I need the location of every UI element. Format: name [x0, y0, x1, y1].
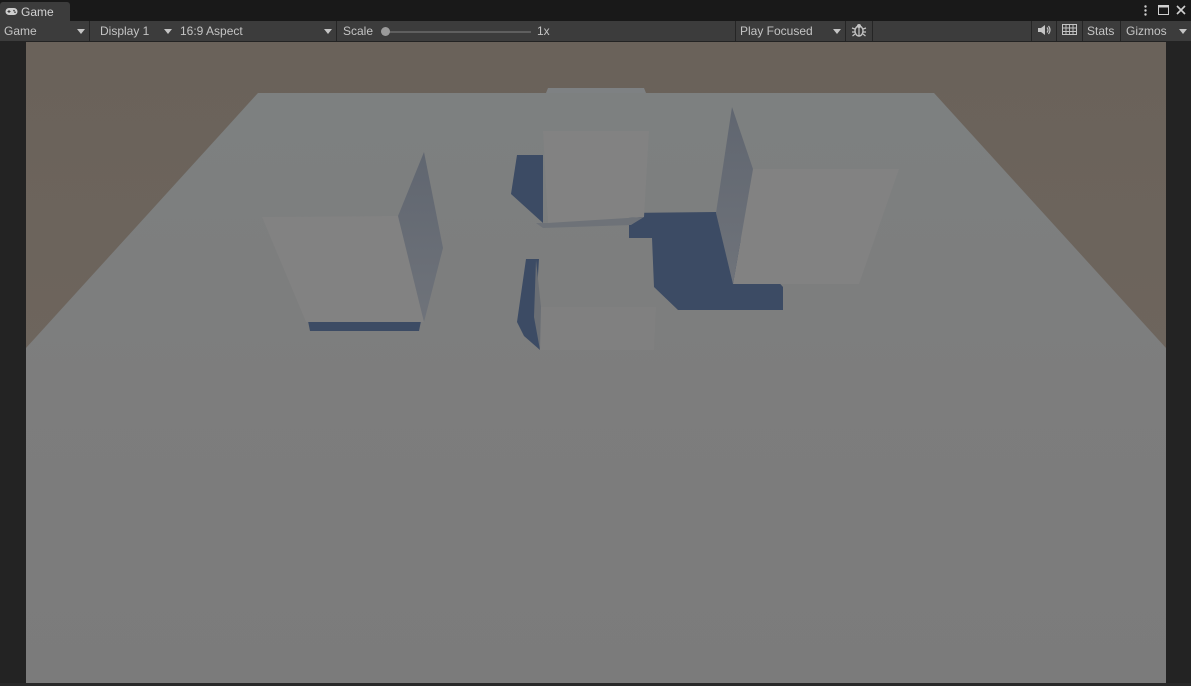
- debug-button[interactable]: [846, 21, 873, 41]
- toolbar-spacer: [873, 21, 1032, 41]
- view-mode-label: Game: [4, 24, 37, 38]
- gamepad-icon: [5, 7, 18, 16]
- tab-title: Game: [21, 4, 54, 19]
- speaker-icon: [1037, 24, 1051, 39]
- view-mode-dropdown[interactable]: Game: [0, 21, 90, 41]
- aspect-dropdown[interactable]: 16:9 Aspect: [176, 21, 337, 41]
- aspect-label: 16:9 Aspect: [180, 24, 243, 38]
- play-mode-dropdown[interactable]: Play Focused: [736, 21, 846, 41]
- game-toolbar: Game Display 1 16:9 Aspect Scale 1x Play…: [0, 21, 1191, 42]
- chevron-down-icon: [1179, 29, 1187, 34]
- close-icon[interactable]: [1175, 3, 1187, 17]
- chevron-down-icon: [164, 29, 172, 34]
- gizmos-label: Gizmos: [1126, 24, 1167, 38]
- scale-label-text: Scale: [343, 24, 374, 38]
- scale-value: 1x: [533, 21, 736, 41]
- chevron-down-icon: [77, 29, 85, 34]
- play-mode-label: Play Focused: [740, 24, 813, 38]
- scale-label: Scale: [339, 21, 379, 41]
- grid-icon: [1062, 24, 1077, 38]
- mute-audio-button[interactable]: [1032, 21, 1057, 41]
- shortcut-grid-button[interactable]: [1057, 21, 1083, 41]
- center-cube: [536, 131, 649, 228]
- scale-slider-handle[interactable]: [381, 27, 390, 36]
- maximize-icon[interactable]: [1157, 3, 1169, 17]
- tab-strip: Game: [0, 0, 1191, 21]
- chevron-down-icon: [833, 29, 841, 34]
- stats-button[interactable]: Stats: [1083, 21, 1121, 41]
- tab-game[interactable]: Game: [0, 2, 70, 21]
- display-label: Display 1: [100, 24, 150, 38]
- game-render: [26, 42, 1166, 683]
- chevron-down-icon: [324, 29, 332, 34]
- game-view[interactable]: [26, 42, 1166, 683]
- bug-icon: [851, 23, 867, 40]
- display-dropdown[interactable]: Display 1: [96, 21, 176, 41]
- back-cube: [546, 88, 646, 93]
- stats-label: Stats: [1087, 24, 1115, 38]
- scale-slider-track[interactable]: [384, 31, 531, 33]
- scale-value-text: 1x: [537, 24, 550, 38]
- kebab-menu-icon[interactable]: [1139, 3, 1151, 17]
- gizmos-dropdown[interactable]: Gizmos: [1122, 21, 1191, 41]
